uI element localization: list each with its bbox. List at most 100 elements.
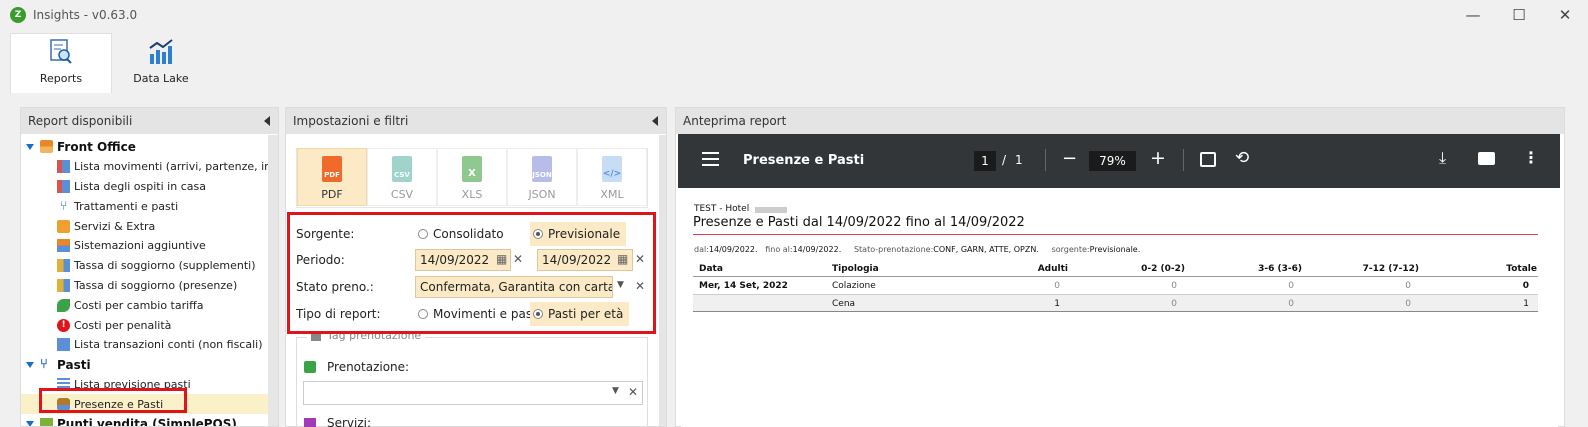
format-xls-button[interactable]: X XLS bbox=[437, 148, 507, 206]
zoom-out-icon[interactable]: − bbox=[1062, 148, 1077, 169]
rotate-icon[interactable]: ⟲ bbox=[1235, 148, 1249, 168]
report-list-panel: Report disponibili Front Office Lista mo… bbox=[20, 107, 279, 427]
transactions-icon bbox=[57, 338, 70, 352]
more-options-icon[interactable]: ⋮ bbox=[1523, 148, 1539, 167]
mid-scrollbar[interactable] bbox=[659, 135, 666, 426]
cutlery-icon: ⑂ bbox=[59, 198, 68, 214]
panel-title: Report disponibili bbox=[28, 114, 133, 128]
tab-data-lake-label: Data Lake bbox=[133, 72, 189, 85]
tax-icon bbox=[57, 259, 70, 273]
csv-icon: CSV bbox=[392, 156, 412, 182]
tab-reports[interactable]: Reports bbox=[10, 33, 112, 93]
app-logo-icon: Z bbox=[10, 7, 26, 23]
tree-item[interactable]: Lista degli ospiti in casa bbox=[21, 177, 278, 197]
minimize-button[interactable]: — bbox=[1450, 0, 1496, 30]
guests-icon bbox=[57, 179, 70, 193]
clear-icon[interactable]: ✕ bbox=[628, 385, 638, 399]
col-header: 7-12 (7-12) bbox=[1362, 264, 1419, 274]
xml-icon: </> bbox=[602, 156, 622, 182]
col-header: Adulti bbox=[1037, 264, 1068, 274]
fit-page-icon[interactable] bbox=[1200, 152, 1216, 167]
panel-title: Impostazioni e filtri bbox=[293, 114, 409, 128]
pdf-page: TEST - Hotel Presenze e Pasti dal 14/09/… bbox=[681, 192, 1558, 427]
panel-title: Anteprima report bbox=[683, 114, 787, 128]
pdf-doc-title: Presenze e Pasti bbox=[743, 153, 865, 168]
zoom-in-icon[interactable]: + bbox=[1150, 147, 1166, 169]
highlight-box-selected-report bbox=[39, 388, 187, 413]
tree-item[interactable]: Servizi & Extra bbox=[21, 216, 278, 236]
tree-item[interactable]: Tassa di soggiorno (supplementi) bbox=[21, 256, 278, 276]
download-icon[interactable]: ⤓ bbox=[1439, 148, 1446, 168]
tree-group-front-office[interactable]: Front Office bbox=[21, 137, 278, 157]
table-row: Cena 1 0 0 0 1 bbox=[693, 294, 1538, 312]
highlight-box-filters bbox=[287, 212, 656, 334]
format-xml-button[interactable]: </> XML bbox=[577, 148, 647, 206]
filter-summary: dal:14/09/2022. fino al:14/09/2022. Stat… bbox=[694, 245, 1141, 254]
window-title: Insights - v0.63.0 bbox=[33, 8, 138, 22]
report-tree: Front Office Lista movimenti (arrivi, pa… bbox=[21, 134, 278, 426]
divider bbox=[1045, 149, 1046, 171]
xls-icon: X bbox=[462, 156, 482, 182]
heading-rule bbox=[693, 234, 1538, 235]
format-json-button[interactable]: JSON JSON bbox=[507, 148, 577, 206]
ribbon: Reports Data Lake bbox=[8, 33, 1580, 93]
chevron-down-icon[interactable]: ▼ bbox=[612, 386, 619, 396]
servizi-label-row: Servizi: bbox=[304, 418, 371, 427]
tab-reports-label: Reports bbox=[39, 72, 83, 85]
collapse-left-icon[interactable] bbox=[264, 116, 270, 126]
json-icon: JSON bbox=[532, 156, 552, 182]
page-separator: / bbox=[1002, 153, 1007, 167]
page-total: 1 bbox=[1015, 153, 1023, 167]
expand-icon[interactable] bbox=[26, 361, 34, 368]
menu-icon[interactable] bbox=[702, 152, 719, 154]
rate-change-icon bbox=[57, 298, 70, 312]
left-scrollbar[interactable] bbox=[268, 135, 278, 426]
table-row: Mer, 14 Set, 2022 Colazione 0 0 0 0 0 bbox=[699, 281, 1529, 291]
front-office-icon bbox=[40, 140, 53, 154]
movements-icon bbox=[57, 160, 70, 174]
pdf-toolbar: Presenze e Pasti 1 / 1 − 79% + ⟲ ⤓ ⋮ bbox=[678, 134, 1560, 188]
hotel-name: TEST - Hotel bbox=[694, 204, 750, 214]
tab-data-lake[interactable]: Data Lake bbox=[110, 33, 212, 93]
tree-item[interactable]: Lista movimenti (arrivi, partenze, in c.… bbox=[21, 157, 278, 177]
services-icon bbox=[57, 219, 70, 233]
tree-group-pos[interactable]: Punti vendita (SimplePOS) bbox=[21, 414, 278, 426]
pdf-icon: PDF bbox=[322, 156, 342, 182]
col-header: 3-6 (3-6) bbox=[1258, 264, 1302, 274]
tax-icon bbox=[57, 278, 70, 292]
zoom-level[interactable]: 79% bbox=[1089, 151, 1136, 171]
prenotazione-select[interactable] bbox=[303, 381, 643, 405]
tree-item[interactable]: Lista transazioni conti (non fiscali) bbox=[21, 335, 278, 355]
cutlery-icon: ⑂ bbox=[40, 357, 48, 373]
divider bbox=[1183, 149, 1184, 171]
page-number-input[interactable]: 1 bbox=[974, 151, 996, 171]
col-header: Totale bbox=[1506, 264, 1537, 274]
data-lake-icon bbox=[149, 39, 173, 64]
tree-item[interactable]: Tassa di soggiorno (presenze) bbox=[21, 276, 278, 296]
prenotazione-label-row: Prenotazione: bbox=[304, 360, 409, 374]
tree-item[interactable]: ! Costi per penalità bbox=[21, 315, 278, 335]
format-pdf-button[interactable]: PDF PDF bbox=[297, 148, 367, 206]
title-bar: Z Insights - v0.63.0 — ☐ ✕ bbox=[0, 0, 1588, 30]
expand-icon[interactable] bbox=[26, 143, 34, 150]
collapse-mid-icon[interactable] bbox=[652, 116, 658, 126]
tree-item[interactable]: Costi per cambio tariffa bbox=[21, 295, 278, 315]
reports-icon bbox=[50, 39, 72, 64]
pos-icon bbox=[40, 417, 53, 426]
expand-icon[interactable] bbox=[26, 421, 34, 426]
tree-item[interactable]: ⑂ Trattamenti e pasti bbox=[21, 196, 278, 216]
services-icon bbox=[304, 418, 316, 427]
col-header: Tipologia bbox=[832, 264, 879, 274]
format-csv-button[interactable]: CSV CSV bbox=[367, 148, 437, 206]
accommodation-icon bbox=[57, 239, 70, 253]
tree-group-pasti[interactable]: ⑂ Pasti bbox=[21, 355, 278, 375]
report-heading: Presenze e Pasti dal 14/09/2022 fino al … bbox=[693, 215, 1025, 230]
close-button[interactable]: ✕ bbox=[1542, 0, 1588, 30]
col-header: Data bbox=[699, 264, 723, 274]
redacted-block bbox=[755, 207, 787, 213]
print-icon[interactable] bbox=[1478, 152, 1495, 165]
booking-icon bbox=[304, 361, 316, 373]
col-header: 0-2 (0-2) bbox=[1141, 264, 1185, 274]
tree-item[interactable]: Sistemazioni aggiuntive bbox=[21, 236, 278, 256]
maximize-button[interactable]: ☐ bbox=[1496, 0, 1542, 30]
